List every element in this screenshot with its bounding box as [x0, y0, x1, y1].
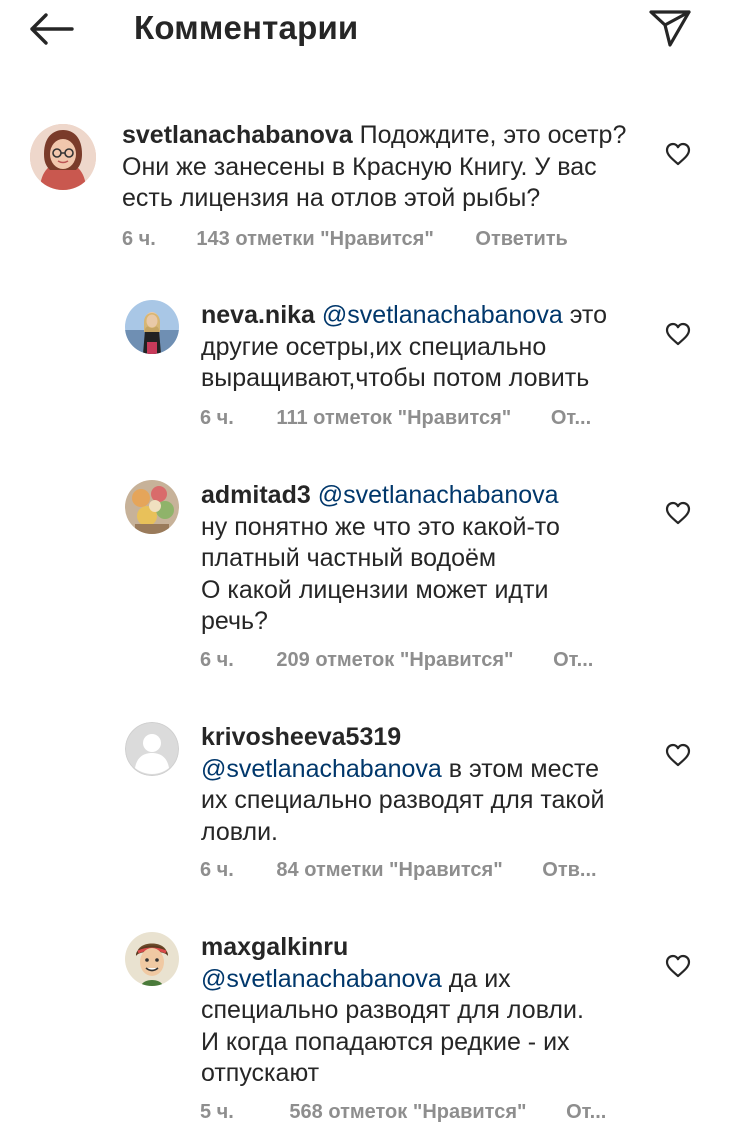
comment-text: Они же занесены в Красную Книгу. У вас — [122, 152, 597, 181]
reply-item: neva.nika @svetlanachabanova это другие … — [0, 290, 730, 440]
comment-text: О какой лицензии может идти — [201, 575, 549, 604]
comment-text: ловли. — [201, 817, 278, 846]
likes-count[interactable]: 568 отметок "Нравится" — [289, 1100, 526, 1124]
like-button[interactable] — [665, 954, 691, 978]
like-button[interactable] — [665, 142, 691, 166]
reply-button[interactable]: От... — [553, 648, 593, 672]
comment-username[interactable]: svetlanachabanova — [122, 121, 353, 149]
comment-username[interactable]: krivosheeva5319 — [201, 722, 605, 754]
reply-button[interactable]: От... — [566, 1100, 606, 1124]
comment-username[interactable]: maxgalkinru — [201, 932, 584, 964]
likes-count[interactable]: 84 отметки "Нравится" — [276, 858, 502, 882]
heart-icon — [665, 743, 691, 767]
like-button[interactable] — [665, 743, 691, 767]
back-button[interactable] — [26, 12, 76, 46]
comment-text: да их — [448, 964, 511, 993]
comment-text: их специально разводят для такой — [201, 786, 605, 814]
comment-text: Подождите, это осетр? — [359, 121, 627, 149]
heart-icon — [665, 142, 691, 166]
heart-icon — [665, 322, 691, 346]
avatar[interactable] — [30, 124, 96, 190]
reply-item: admitad3 @svetlanachabanova ну понятно ж… — [0, 470, 730, 680]
comment-text: специально разводят для ловли. — [201, 996, 584, 1024]
comment-text: это — [569, 301, 607, 329]
reply-item: krivosheeva5319 @svetlanachabanova в это… — [0, 712, 730, 892]
comment-timestamp: 6 ч. — [200, 407, 234, 429]
comment-text: другие осетры,их специально — [201, 332, 547, 361]
share-button[interactable] — [648, 8, 692, 48]
like-button[interactable] — [665, 501, 691, 525]
likes-count[interactable]: 143 отметки "Нравится" — [196, 227, 433, 251]
comment-text: отпускают — [201, 1059, 320, 1087]
arrow-left-icon — [30, 13, 74, 45]
paper-plane-icon — [649, 10, 691, 47]
reply-button[interactable]: Ответить — [475, 227, 567, 251]
likes-count[interactable]: 111 отметок "Нравится" — [276, 406, 511, 430]
comment-timestamp: 6 ч. — [200, 649, 234, 671]
mention-link[interactable]: @svetlanachabanova — [201, 965, 442, 993]
top-bar: Комментарии — [0, 0, 730, 60]
comment-item: svetlanachabanova Подождите, это осетр? … — [0, 110, 730, 260]
comment-username[interactable]: admitad3 — [201, 481, 311, 509]
comment-text: речь? — [201, 607, 268, 635]
reply-button[interactable]: От... — [551, 406, 591, 430]
avatar[interactable] — [125, 932, 179, 986]
page-title: Комментарии — [134, 9, 359, 46]
comment-text: выращивают,чтобы потом ловить — [201, 364, 590, 392]
heart-icon — [665, 501, 691, 525]
heart-icon — [665, 954, 691, 978]
mention-link[interactable]: @svetlanachabanova — [322, 301, 563, 329]
comment-text: платный частный водоём — [201, 544, 497, 572]
like-button[interactable] — [665, 322, 691, 346]
comment-timestamp: 5 ч. — [200, 1101, 234, 1123]
comment-timestamp: 6 ч. — [122, 228, 156, 250]
likes-count[interactable]: 209 отметок "Нравится" — [276, 648, 513, 672]
comment-text: И когда попадаются редкие - их — [201, 1027, 570, 1056]
reply-button[interactable]: Отв... — [542, 858, 596, 882]
comment-username[interactable]: neva.nika — [201, 301, 315, 329]
reply-item: maxgalkinru @svetlanachabanova да их спе… — [0, 922, 730, 1132]
avatar[interactable] — [125, 722, 179, 776]
comment-timestamp: 6 ч. — [200, 859, 234, 881]
comment-text: есть лицензия на отлов этой рыбы? — [122, 184, 541, 212]
avatar[interactable] — [125, 480, 179, 534]
mention-link[interactable]: @svetlanachabanova — [201, 755, 442, 783]
avatar[interactable] — [125, 300, 179, 354]
mention-link[interactable]: @svetlanachabanova — [318, 481, 559, 509]
comment-text: ну понятно же что это какой-то — [201, 512, 560, 541]
comment-text: в этом месте — [448, 754, 600, 783]
